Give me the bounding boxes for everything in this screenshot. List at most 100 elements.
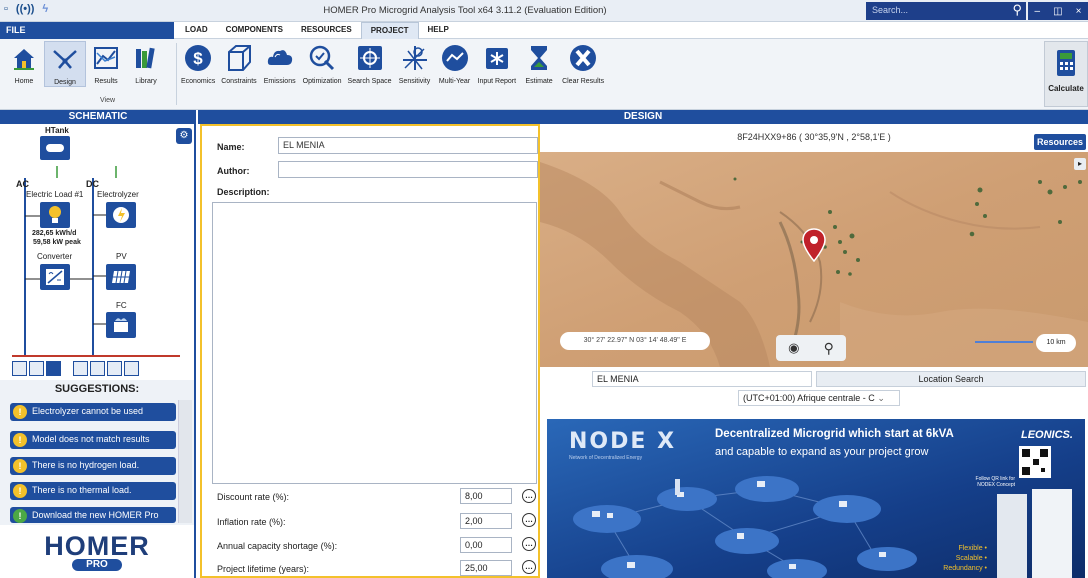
- add-gen-icon[interactable]: [12, 361, 27, 376]
- map-pin-icon[interactable]: [802, 228, 826, 263]
- economics-label: Economics: [181, 78, 216, 85]
- maximize-icon[interactable]: ◫: [1053, 6, 1062, 17]
- emissions-button[interactable]: Emissions: [260, 41, 300, 85]
- project-lifetime-sensitivity-button[interactable]: …: [522, 560, 536, 574]
- project-lifetime-field[interactable]: 25,00: [460, 560, 512, 576]
- location-search-button[interactable]: Location Search: [816, 371, 1086, 387]
- name-field[interactable]: EL MENIA: [278, 137, 538, 154]
- search-input[interactable]: Search... ⚲: [866, 2, 1026, 20]
- solar-panel-icon[interactable]: [106, 264, 136, 290]
- eye-icon[interactable]: ◉: [788, 340, 799, 356]
- clear-icon: [566, 41, 600, 75]
- ribbon-separator: [176, 43, 177, 105]
- input-report-icon: [480, 41, 514, 75]
- add-wind-icon[interactable]: [29, 361, 44, 376]
- discount-rate-sensitivity-button[interactable]: …: [522, 489, 536, 503]
- fc-label: FC: [116, 301, 127, 310]
- project-group: $ Economics Constraints Emissions Optimiz…: [178, 41, 607, 85]
- results-button[interactable]: Results: [86, 41, 126, 87]
- clear-results-button[interactable]: Clear Results: [559, 41, 607, 85]
- home-icon: [7, 41, 41, 75]
- calculate-button[interactable]: Calculate: [1044, 41, 1088, 107]
- capacity-shortage-sensitivity-button[interactable]: …: [522, 537, 536, 551]
- tab-project[interactable]: PROJECT: [360, 22, 419, 39]
- map-expand-icon[interactable]: ▸: [1074, 158, 1086, 170]
- window-title: HOMER Pro Microgrid Analysis Tool x64 3.…: [323, 5, 607, 16]
- scale-bar: [975, 341, 1033, 343]
- search-space-icon: [353, 41, 387, 75]
- design-button[interactable]: Design: [44, 41, 86, 87]
- electrolyzer-label: Electrolyzer: [97, 190, 139, 199]
- ribbon: Home Design Results Library View $ Econom…: [0, 39, 1088, 110]
- ad-brand: NODE X: [569, 429, 677, 454]
- results-icon: [89, 41, 123, 75]
- description-field[interactable]: [212, 202, 537, 484]
- electrolyzer-icon[interactable]: [106, 202, 136, 228]
- add-load-icon[interactable]: [124, 361, 139, 376]
- search-icon[interactable]: ⚲: [1012, 2, 1022, 18]
- schematic-settings-icon[interactable]: ⚙: [176, 128, 192, 144]
- map-coordinates: 30° 27' 22.97" N 03° 14' 48.49" E: [560, 332, 710, 350]
- suggestions-scrollbar[interactable]: [178, 400, 192, 523]
- map-tools: ◉ ⚲: [776, 335, 846, 361]
- tab-components[interactable]: COMPONENTS: [217, 22, 292, 39]
- add-hydro-icon[interactable]: [107, 361, 122, 376]
- inflation-rate-field[interactable]: 2,00: [460, 513, 512, 529]
- cloud-icon: [263, 41, 297, 75]
- project-lifetime-label: Project lifetime (years):: [217, 564, 310, 574]
- sensitivity-button[interactable]: Sensitivity: [395, 41, 435, 85]
- suggestion-item[interactable]: ! Download the new HOMER Pro: [10, 507, 176, 523]
- menu-tabs: LOAD COMPONENTS RESOURCES PROJECT HELP: [176, 22, 458, 39]
- warning-icon: !: [13, 405, 27, 419]
- resources-button[interactable]: Resources: [1034, 134, 1086, 150]
- timezone-select[interactable]: (UTC+01:00) Afrique centrale - C ⌄: [738, 390, 900, 406]
- author-field[interactable]: [278, 161, 538, 178]
- menu-bar: FILE LOAD COMPONENTS RESOURCES PROJECT H…: [0, 22, 1088, 39]
- advertisement-banner[interactable]: NODE X Network of Decentralized Energy D…: [547, 419, 1085, 578]
- minimize-icon[interactable]: –: [1035, 6, 1041, 17]
- lightbulb-icon[interactable]: [40, 202, 70, 228]
- hourglass-icon: [522, 41, 556, 75]
- input-report-label: Input Report: [477, 78, 517, 85]
- warning-icon: !: [13, 484, 27, 498]
- library-button[interactable]: Library: [126, 41, 166, 87]
- add-grid-icon[interactable]: [46, 361, 61, 376]
- home-button[interactable]: Home: [4, 41, 44, 87]
- capacity-shortage-field[interactable]: 0,00: [460, 537, 512, 553]
- economics-button[interactable]: $ Economics: [178, 41, 218, 85]
- suggestion-item[interactable]: ! Model does not match results: [10, 431, 176, 449]
- location-input[interactable]: EL MENIA: [592, 371, 812, 387]
- add-converter-icon[interactable]: [90, 361, 105, 376]
- file-tab[interactable]: FILE: [0, 22, 174, 39]
- optimization-button[interactable]: Optimization: [300, 41, 345, 85]
- tab-help[interactable]: HELP: [419, 22, 458, 39]
- schematic-header: SCHEMATIC: [0, 110, 196, 124]
- fuel-cell-icon[interactable]: [106, 312, 136, 338]
- close-icon[interactable]: ×: [1076, 6, 1082, 17]
- tab-load[interactable]: LOAD: [176, 22, 217, 39]
- add-storage-icon[interactable]: [73, 361, 88, 376]
- zoom-search-icon[interactable]: ⚲: [824, 340, 834, 357]
- estimate-button[interactable]: Estimate: [519, 41, 559, 85]
- search-space-label: Search Space: [347, 78, 392, 85]
- inflation-rate-sensitivity-button[interactable]: …: [522, 513, 536, 527]
- ac-bus-label: AC: [16, 179, 29, 189]
- constraints-button[interactable]: Constraints: [218, 41, 259, 85]
- input-report-button[interactable]: Input Report: [475, 41, 520, 85]
- suggestion-item[interactable]: ! Electrolyzer cannot be used: [10, 403, 176, 421]
- map-view[interactable]: ▸ 30° 27' 22.97" N 03° 14' 48.49" E ◉ ⚲ …: [540, 152, 1088, 367]
- library-icon: [129, 41, 163, 75]
- htank-icon[interactable]: [40, 136, 70, 160]
- search-space-button[interactable]: Search Space: [345, 41, 395, 85]
- capacity-shortage-label: Annual capacity shortage (%):: [217, 541, 338, 551]
- home-button-label: Home: [14, 78, 34, 85]
- suggestion-text: Electrolyzer cannot be used: [32, 406, 144, 416]
- tab-resources[interactable]: RESOURCES: [292, 22, 361, 39]
- suggestion-item[interactable]: ! There is no hydrogen load.: [10, 457, 176, 475]
- discount-rate-field[interactable]: 8,00: [460, 488, 512, 504]
- window-controls: – ◫ ×: [1028, 2, 1088, 20]
- multi-year-button[interactable]: Multi-Year: [435, 41, 475, 85]
- converter-icon[interactable]: [40, 264, 70, 290]
- optimization-icon: [305, 41, 339, 75]
- suggestion-item[interactable]: ! There is no thermal load.: [10, 482, 176, 500]
